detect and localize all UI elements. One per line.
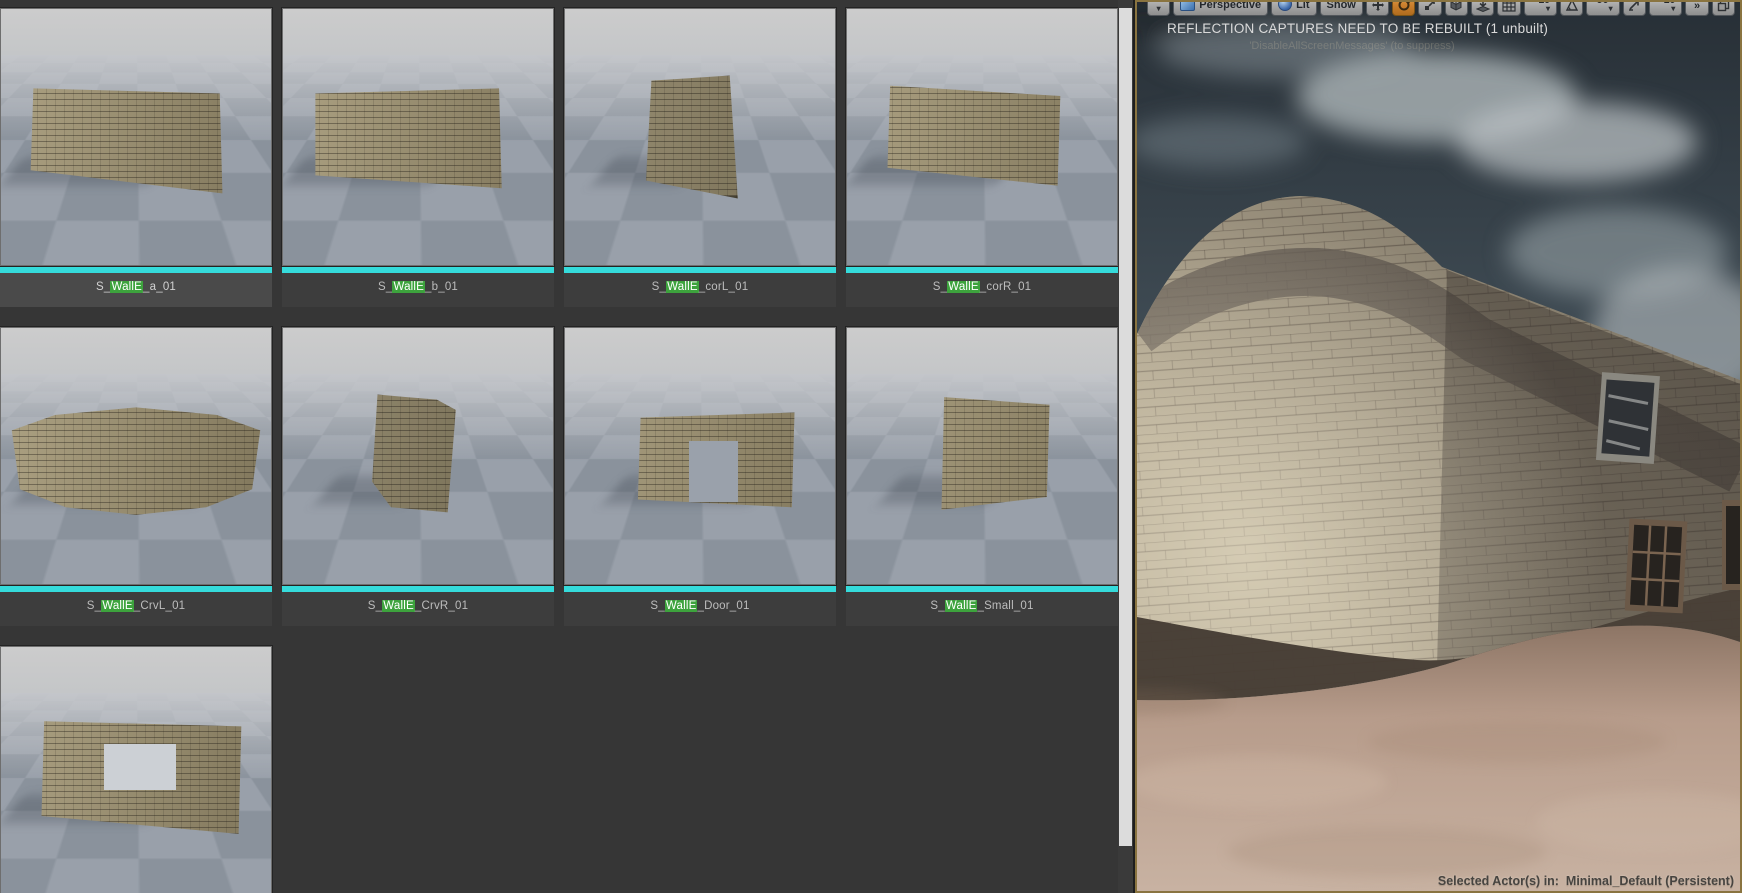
asset-label: S_WallE_a_01 bbox=[0, 273, 272, 307]
asset-tile-walle-door[interactable]: S_WallE_Door_01 bbox=[563, 326, 837, 633]
view-mode-lit-button[interactable]: Lit bbox=[1271, 2, 1317, 16]
thumb-sky bbox=[283, 328, 553, 375]
scale-snapping-button[interactable] bbox=[1622, 2, 1646, 16]
faded-screen-message: 'DisableAllScreenMessages' (to suppress) bbox=[1249, 40, 1455, 52]
thumb-sky bbox=[847, 9, 1117, 56]
asset-type-bar bbox=[0, 585, 272, 592]
rotation-snap-value-button[interactable]: 90° ▾ bbox=[1586, 2, 1620, 16]
angle-snap-icon bbox=[1565, 2, 1578, 11]
asset-tile-walle-crvl[interactable]: S_WallE_CrvL_01 bbox=[0, 326, 273, 633]
asset-type-bar bbox=[846, 585, 1118, 592]
asset-tile-walle-a[interactable]: S_WallE_a_01 bbox=[0, 7, 273, 314]
asset-tile-walle-crvr[interactable]: S_WallE_CrvR_01 bbox=[281, 326, 555, 633]
viewport-toolbar: ▾ Perspective Lit Show 10 ▾ 90° ▾ 10 ▾ » bbox=[1147, 2, 1735, 17]
toolbar-overflow-button[interactable]: » bbox=[1685, 2, 1709, 16]
maximize-viewport-button[interactable] bbox=[1711, 2, 1735, 16]
asset-label: S_WallE_Small_01 bbox=[846, 592, 1118, 626]
selected-actor-status: Selected Actor(s) in: Minimal_Default (P… bbox=[1437, 874, 1734, 888]
asset-label: S_WallE_Door_01 bbox=[564, 592, 836, 626]
scale-snap-icon bbox=[1629, 2, 1640, 11]
perspective-icon bbox=[1180, 2, 1196, 11]
viewport-options-dropdown[interactable]: ▾ bbox=[1147, 2, 1171, 16]
thumb-sky bbox=[565, 9, 835, 56]
door-opening bbox=[689, 440, 738, 503]
wall-sign bbox=[1595, 372, 1660, 464]
translate-tool-button[interactable] bbox=[1365, 2, 1390, 16]
rotate-icon bbox=[1398, 2, 1410, 11]
asset-label: S_WallE_b_01 bbox=[282, 273, 554, 307]
asset-thumbnail bbox=[845, 7, 1118, 267]
asset-type-bar bbox=[564, 585, 836, 592]
rotate-tool-button[interactable] bbox=[1392, 2, 1416, 16]
thumb-sky bbox=[1, 9, 271, 56]
thumb-sky bbox=[1, 647, 271, 694]
asset-label: S_WallE_CrvL_01 bbox=[0, 592, 272, 626]
window-opening bbox=[103, 744, 177, 791]
asset-thumbnail bbox=[845, 326, 1118, 586]
asset-type-bar bbox=[282, 266, 554, 273]
show-flags-button[interactable]: Show bbox=[1319, 2, 1363, 16]
perspective-button[interactable]: Perspective bbox=[1173, 2, 1269, 16]
asset-thumbnail bbox=[563, 7, 837, 267]
maximize-icon bbox=[1717, 2, 1730, 12]
scale-tool-button[interactable] bbox=[1418, 2, 1442, 16]
scale-icon bbox=[1425, 2, 1435, 10]
asset-type-bar bbox=[0, 266, 272, 273]
content-browser-scrollbar-track[interactable] bbox=[1118, 0, 1133, 893]
asset-thumbnail bbox=[0, 645, 273, 893]
thumb-sky bbox=[847, 328, 1117, 375]
asset-label: S_WallE_CrvR_01 bbox=[282, 592, 554, 626]
asset-type-bar bbox=[846, 266, 1118, 273]
scale-snap-value-button[interactable]: 10 ▾ bbox=[1648, 2, 1683, 16]
asset-tile-walle-corl[interactable]: S_WallE_corL_01 bbox=[563, 7, 837, 314]
asset-label: S_WallE_corL_01 bbox=[564, 273, 836, 307]
surface-snap-icon bbox=[1475, 2, 1490, 12]
asset-thumbnail bbox=[0, 7, 273, 267]
asset-type-bar bbox=[282, 585, 554, 592]
content-browser-scrollbar-thumb[interactable] bbox=[1119, 8, 1132, 846]
level-viewport[interactable]: ▾ Perspective Lit Show 10 ▾ 90° ▾ 10 ▾ »… bbox=[1135, 0, 1742, 893]
world-cube-icon bbox=[1450, 2, 1462, 11]
surface-snapping-button[interactable] bbox=[1471, 2, 1495, 16]
content-browser-panel: S_WallE_a_01 S_WallE_b_01 S_WallE_corL_0… bbox=[0, 0, 1118, 893]
asset-tile-walle-small[interactable]: S_WallE_Small_01 bbox=[845, 326, 1118, 633]
reflection-captures-warning: REFLECTION CAPTURES NEED TO BE REBUILT (… bbox=[1167, 21, 1549, 36]
move-icon bbox=[1371, 2, 1384, 11]
viewport-scene[interactable] bbox=[1137, 2, 1740, 891]
asset-thumbnail bbox=[563, 326, 837, 586]
barred-window bbox=[1624, 518, 1688, 614]
asset-thumbnail bbox=[0, 326, 273, 586]
thumb-sky bbox=[1, 328, 271, 375]
barred-window-partial bbox=[1722, 500, 1740, 590]
asset-tile-walle-b[interactable]: S_WallE_b_01 bbox=[281, 7, 555, 314]
coordinate-system-button[interactable] bbox=[1444, 2, 1469, 16]
asset-thumbnail bbox=[281, 7, 555, 267]
asset-tile-walle-window[interactable] bbox=[0, 645, 273, 893]
grid-snap-value-button[interactable]: 10 ▾ bbox=[1523, 2, 1557, 16]
grid-snap-icon bbox=[1502, 2, 1516, 12]
grid-snapping-button[interactable] bbox=[1497, 2, 1521, 16]
asset-type-bar bbox=[564, 266, 836, 273]
lit-sphere-icon bbox=[1278, 2, 1293, 11]
asset-tile-walle-corr[interactable]: S_WallE_corR_01 bbox=[845, 7, 1118, 314]
asset-thumbnail bbox=[281, 326, 555, 586]
thumb-sky bbox=[565, 328, 835, 375]
asset-grid: S_WallE_a_01 S_WallE_b_01 S_WallE_corL_0… bbox=[0, 7, 1118, 893]
rotation-snapping-button[interactable] bbox=[1560, 2, 1584, 16]
thumb-sky bbox=[283, 9, 553, 56]
asset-label: S_WallE_corR_01 bbox=[846, 273, 1118, 307]
